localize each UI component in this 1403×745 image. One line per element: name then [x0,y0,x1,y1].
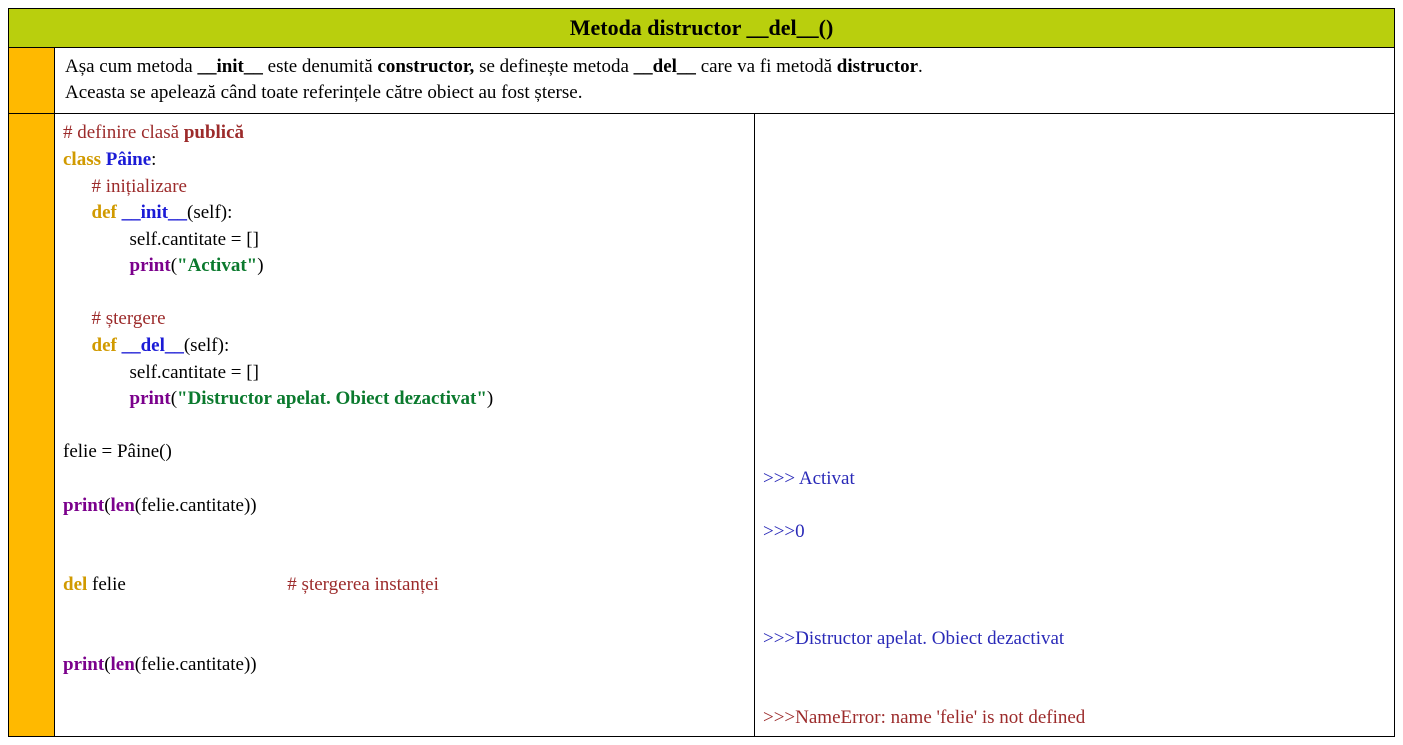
code-text [63,548,68,569]
comment: # ștergere [63,308,166,329]
string-literal: "Activat" [177,255,257,276]
string-literal: "Distructor apelat. Obiect dezactivat" [177,388,487,409]
comment: # definire clasă [63,122,184,143]
fn-len: len [111,654,135,675]
description-row: Așa cum metoda __init__ este denumită co… [9,48,1394,114]
code-text [63,282,68,303]
desc-del: __del__ [634,56,696,77]
code-text: (self): [184,335,229,356]
code-row: # definire clasă publică class Pâine: # … [9,114,1394,736]
code-text [63,468,68,489]
comment: # inițializare [63,176,187,197]
code-text [63,601,68,622]
desc-init: __init__ [197,56,262,77]
fn-print: print [130,255,171,276]
fn-len: len [111,495,135,516]
comment-bold: publică [184,122,244,143]
code-text [63,628,68,649]
code-text: : [151,149,156,170]
code-text: self.cantitate = [] [63,362,259,383]
code-text: (self): [187,202,232,223]
code-text [63,255,130,276]
code-text [63,388,130,409]
desc-text: . [918,56,923,77]
title-bar: Metoda distructor __del__() [9,9,1394,48]
output-spacer [763,574,768,595]
fn-print: print [130,388,171,409]
left-sidebar [9,114,55,736]
desc-text: care va fi metodă [696,56,837,77]
desc-text: Așa cum metoda [65,56,197,77]
dunder-init: __init__ [122,202,187,223]
fn-print: print [63,654,104,675]
output-line: >>> Activat [763,468,855,489]
desc-constructor: constructor, [377,56,474,77]
output-spacer [763,495,768,516]
description-cell: Așa cum metoda __init__ este denumită co… [55,48,1394,113]
code-text: felie = Pâine() [63,441,172,462]
desc-text: se definește metoda [474,56,633,77]
fn-print: print [63,495,104,516]
output-error: >>>NameError: name 'felie' is not define… [763,707,1085,728]
code-text [63,335,92,356]
code-text: felie [87,574,287,595]
keyword-def: def [92,202,117,223]
dunder-del: __del__ [122,335,184,356]
output-line: >>>0 [763,521,805,542]
code-text [63,521,68,542]
code-text [63,415,68,436]
desc-line2: Aceasta se apelează când toate referințe… [65,82,582,103]
slide-table: Metoda distructor __del__() Așa cum meto… [8,8,1395,737]
output-cell: >>> Activat >>>0 >>>Distructor apelat. O… [755,114,1394,736]
desc-text: este denumită [263,56,378,77]
code-text: self.cantitate = [] [63,229,259,250]
keyword-def: def [92,335,117,356]
class-name: Pâine [106,149,151,170]
code-text: ) [487,388,493,409]
code-cell: # definire clasă publică class Pâine: # … [55,114,755,736]
output-spacer [763,681,768,702]
comment: # ștergerea instanței [287,574,439,595]
desc-distructor: distructor [837,56,918,77]
code-text: (felie.cantitate)) [135,654,257,675]
output-spacer [763,548,768,569]
code-output-wrap: # definire clasă publică class Pâine: # … [55,114,1394,736]
title-text: Metoda distructor __del__() [570,15,834,40]
code-text: (felie.cantitate)) [135,495,257,516]
output-spacer [763,601,768,622]
output-line: >>>Distructor apelat. Obiect dezactivat [763,628,1064,649]
keyword-del: del [63,574,87,595]
keyword-class: class [63,149,101,170]
left-sidebar [9,48,55,113]
code-text [63,202,92,223]
output-spacer [763,654,768,675]
code-text: ) [257,255,263,276]
